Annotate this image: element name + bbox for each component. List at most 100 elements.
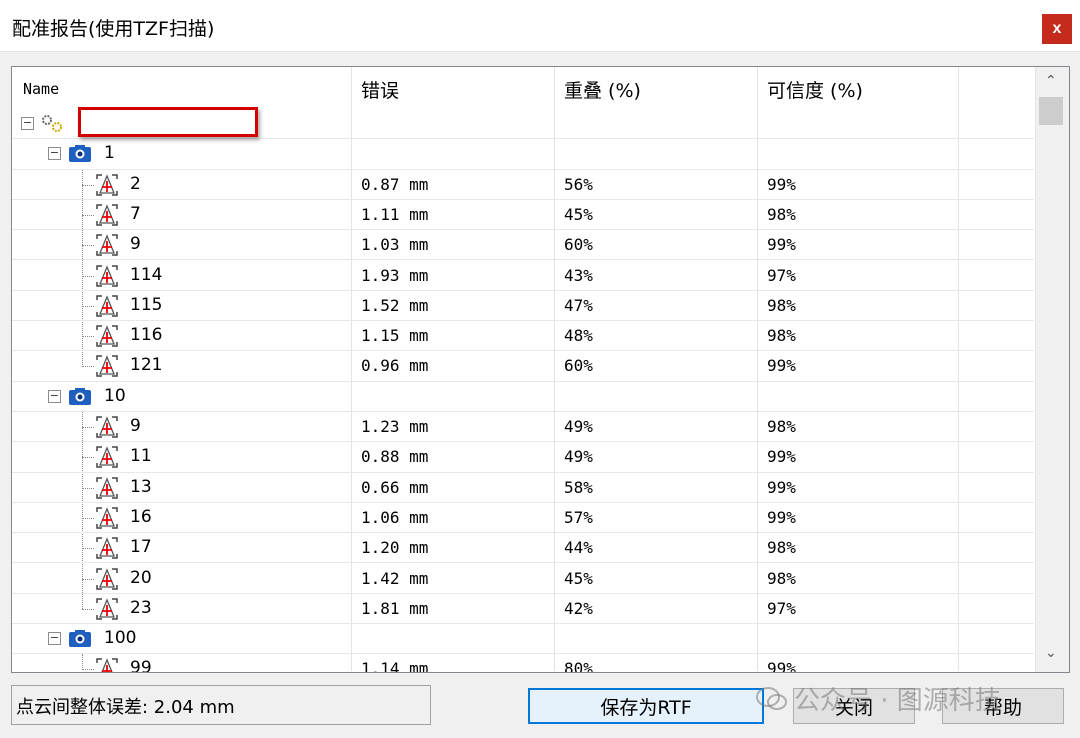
scan-pair-row[interactable]: 2 0.87 mm 56% 99% (12, 170, 1034, 200)
tree-connector (82, 517, 94, 519)
confidence-value: 99% (767, 507, 796, 527)
tree-connector (82, 669, 94, 671)
confidence-value: 99% (767, 174, 796, 194)
collapse-root-toggle[interactable]: − (21, 117, 34, 130)
scan-icon (69, 630, 91, 648)
scan-pair-label: 7 (130, 203, 141, 224)
overlap-value: 43% (564, 265, 593, 285)
error-value: 1.42 mm (361, 568, 429, 588)
confidence-value: 97% (767, 265, 796, 285)
overlap-value: 45% (564, 204, 593, 224)
scan-group-label: 10 (104, 385, 126, 406)
watermark-text: 公众号 · 图源科技 (794, 686, 1001, 716)
collapse-group-toggle[interactable]: − (48, 389, 61, 403)
save-as-rtf-button[interactable]: 保存为RTF (528, 688, 764, 724)
error-value: 1.52 mm (361, 295, 429, 315)
scroll-thumb[interactable] (1039, 97, 1063, 125)
wechat-icon (756, 686, 787, 710)
confidence-value: 99% (767, 659, 796, 673)
error-value: 0.88 mm (361, 447, 429, 467)
scan-group-label: 1 (104, 143, 115, 164)
scan-pair-row[interactable]: 13 0.66 mm 58% 99% (12, 473, 1034, 503)
watermark: 公众号 · 图源科技 (756, 680, 1001, 717)
scan-pair-row[interactable]: 7 1.11 mm 45% 98% (12, 200, 1034, 231)
scan-pair-row[interactable]: 115 1.52 mm 47% 98% (12, 291, 1034, 322)
overall-error-status: 点云间整体误差: 2.04 mm (11, 685, 431, 725)
scan-pair-row[interactable]: 116 1.15 mm 48% 98% (12, 321, 1034, 352)
scan-pair-label: 114 (130, 264, 163, 285)
confidence-value: 99% (767, 477, 796, 497)
scan-pair-row[interactable]: 20 1.42 mm 45% 98% (12, 564, 1034, 594)
overlap-value: 57% (564, 507, 593, 527)
confidence-value: 98% (767, 204, 796, 224)
scan-pair-label: 16 (130, 506, 152, 527)
error-value: 0.96 mm (361, 356, 429, 376)
vertical-scrollbar[interactable]: ⌃ ⌄ (1035, 67, 1069, 672)
scroll-down-icon[interactable]: ⌄ (1045, 645, 1057, 661)
target-icon (96, 446, 118, 469)
target-icon (96, 295, 118, 317)
scan-icon (69, 387, 91, 405)
tree-connector (82, 336, 94, 338)
close-window-button[interactable]: x (1042, 14, 1072, 44)
registration-tree-grid[interactable]: Name 错误 重叠 (%) 可信度 (%) − −1 2 0.87 mm 56% 99%… (11, 66, 1070, 673)
scan-group-row[interactable]: −1 (12, 139, 1034, 170)
overlap-value: 49% (564, 417, 593, 436)
scan-pair-row[interactable]: 17 1.20 mm 44% 98% (12, 533, 1034, 564)
confidence-value: 98% (767, 326, 796, 346)
title-bar: 配准报告(使用TZF扫描) x (0, 0, 1080, 52)
overlap-value: 45% (564, 568, 593, 588)
scan-group-row[interactable]: − 100 (12, 624, 1034, 655)
target-icon (96, 355, 118, 378)
tree-connector (82, 427, 94, 428)
target-icon (96, 264, 118, 287)
overlap-value: 58% (564, 477, 593, 497)
column-header-confidence[interactable]: 可信度 (%) (767, 76, 863, 103)
overlap-value: 60% (564, 356, 593, 376)
target-icon (96, 598, 118, 620)
scan-group-label: 100 (104, 628, 137, 649)
target-icon (96, 416, 118, 438)
scan-pair-label: 2 (130, 173, 141, 194)
scroll-up-icon[interactable]: ⌃ (1045, 73, 1057, 89)
scan-pair-row[interactable]: 9 1.23 mm 49% 98% (12, 412, 1034, 443)
window-title: 配准报告(使用TZF扫描) (12, 18, 215, 40)
column-header-name[interactable]: Name (23, 80, 59, 98)
scan-group-row[interactable]: − 10 (12, 382, 1034, 412)
tree-connector (82, 214, 94, 216)
scan-pair-row[interactable]: 11 0.88 mm 49% 99% (12, 442, 1034, 473)
collapse-group-toggle[interactable]: − (48, 632, 61, 646)
scan-pair-row[interactable]: 99 1.14 mm 80% 99% (12, 654, 1034, 673)
confidence-value: 99% (767, 235, 796, 255)
scan-pair-row[interactable]: 23 1.81 mm 42% 97% (12, 594, 1034, 625)
scan-pair-row[interactable]: 121 0.96 mm 60% 99% (12, 351, 1034, 382)
column-header-error[interactable]: 错误 (361, 76, 399, 103)
tree-connector (82, 275, 94, 277)
scan-pair-row[interactable]: 16 1.06 mm 57% 99% (12, 503, 1034, 534)
confidence-value: 98% (767, 417, 796, 436)
scan-pair-label: 115 (130, 294, 163, 315)
scan-pair-label: 17 (130, 537, 152, 558)
scan-pair-row[interactable]: 114 1.93 mm 43% 97% (12, 261, 1034, 291)
error-value: 1.81 mm (361, 598, 429, 618)
overlap-value: 60% (564, 235, 593, 255)
error-value: 0.87 mm (361, 174, 429, 194)
error-value: 1.06 mm (361, 507, 429, 527)
overlap-value: 80% (564, 659, 593, 673)
overall-error-text: 点云间整体误差: 2.04 mm (16, 697, 235, 718)
overlap-value: 42% (564, 598, 593, 618)
column-header-row: Name 错误 重叠 (%) 可信度 (%) (12, 67, 1034, 109)
column-header-overlap[interactable]: 重叠 (%) (564, 76, 641, 103)
scan-pair-row[interactable]: 9 1.03 mm 60% 99% (12, 230, 1034, 261)
tree-connector (82, 457, 94, 459)
error-value: 0.66 mm (361, 477, 429, 497)
target-icon (96, 537, 118, 559)
collapse-group-toggle[interactable]: − (48, 147, 61, 161)
target-icon (96, 476, 118, 499)
target-icon (96, 507, 118, 529)
overlap-value: 44% (564, 538, 593, 558)
scan-pair-label: 11 (130, 446, 152, 467)
confidence-value: 98% (767, 568, 796, 588)
target-icon (96, 204, 118, 226)
target-icon (96, 325, 118, 347)
